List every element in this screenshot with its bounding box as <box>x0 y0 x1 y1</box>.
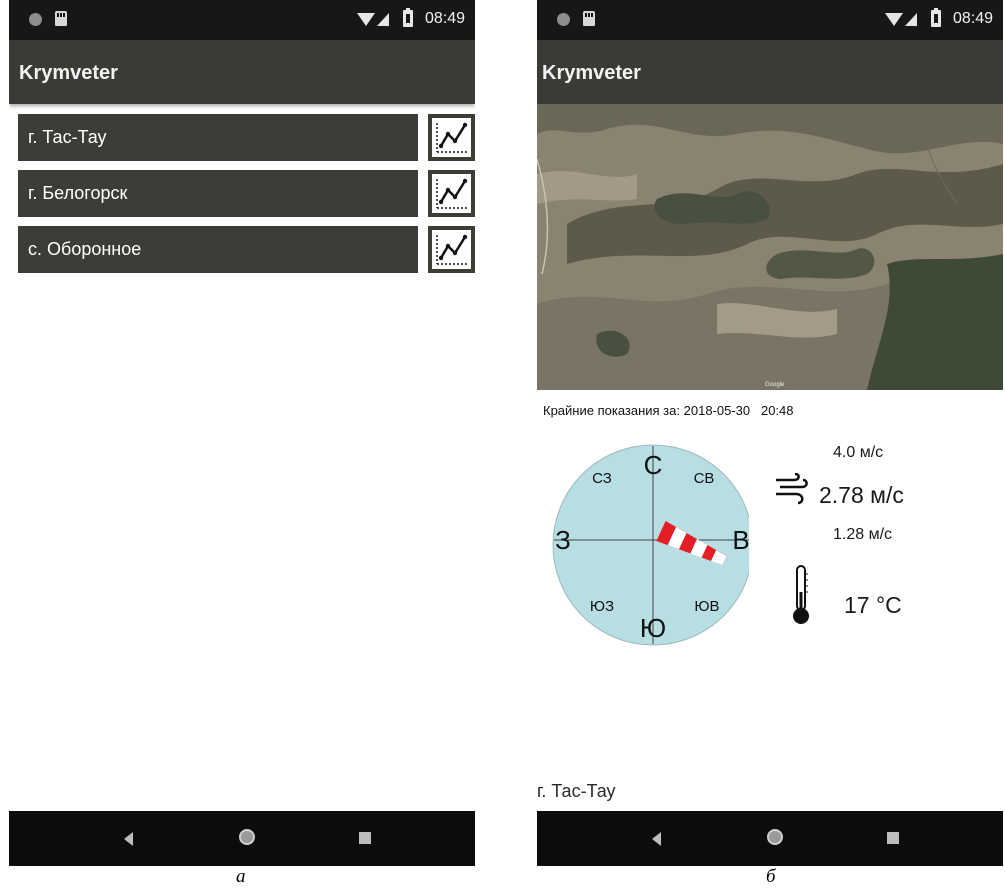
chart-button-belogorsk[interactable] <box>428 170 475 217</box>
wind-compass: С СЗ СВ З В ЮЗ ЮВ Ю <box>552 444 749 646</box>
screen-a: 08:49 Krymveter г. Тас-Тау г. Белогорск … <box>9 0 475 866</box>
compass-label-w: З <box>555 525 571 555</box>
sd-card-icon <box>55 11 67 26</box>
location-row: с. Оборонное <box>18 226 475 282</box>
compass-label-se: ЮВ <box>694 598 719 615</box>
recent-apps-icon[interactable] <box>359 832 371 844</box>
location-item-tas-tau[interactable]: г. Тас-Тау <box>18 114 418 161</box>
compass-label-n: С <box>644 450 663 480</box>
screen-b: 08:49 Krymveter Google Крайние показания… <box>537 0 1003 866</box>
line-chart-icon <box>432 118 471 157</box>
wifi-icon <box>357 13 375 26</box>
battery-icon <box>403 8 413 27</box>
app-bar: Krymveter <box>9 40 475 104</box>
back-icon[interactable] <box>124 832 133 846</box>
navigation-bar <box>537 811 1003 866</box>
temperature-value: 17 °C <box>844 592 902 618</box>
wind-max-speed: 4.0 м/с <box>833 444 884 461</box>
wind-icon <box>776 473 808 505</box>
wifi-icon <box>885 13 903 26</box>
status-bar: 08:49 <box>9 0 475 40</box>
notification-dot-icon <box>557 13 570 26</box>
location-item-belogorsk[interactable]: г. Белогорск <box>18 170 418 217</box>
location-item-oboronnoe[interactable]: с. Оборонное <box>18 226 418 273</box>
last-reading: Крайние показания за: 2018-05-30 20:48 <box>543 403 794 418</box>
app-title: Krymveter <box>542 62 641 84</box>
status-time: 08:49 <box>424 10 465 27</box>
navigation-bar <box>9 811 475 866</box>
wind-min-speed: 1.28 м/с <box>833 526 893 543</box>
sd-card-icon <box>583 11 595 26</box>
reading-label: Крайние показания за: <box>543 403 680 418</box>
cell-signal-icon <box>905 13 917 26</box>
line-chart-icon <box>432 174 471 213</box>
location-row: г. Белогорск <box>18 170 475 226</box>
line-chart-icon <box>432 230 471 269</box>
home-icon[interactable] <box>767 829 783 845</box>
map-credit: Google <box>765 382 785 388</box>
cell-signal-icon <box>377 13 389 26</box>
compass-label-e: В <box>732 525 749 555</box>
back-icon[interactable] <box>652 832 661 846</box>
compass-label-nw: СЗ <box>592 470 612 487</box>
reading-date: 2018-05-30 <box>683 403 751 418</box>
location-list: г. Тас-Тау г. Белогорск с. Оборонное <box>18 114 475 282</box>
location-row: г. Тас-Тау <box>18 114 475 170</box>
caption-a: а <box>236 866 246 887</box>
wind-avg-speed: 2.78 м/с <box>819 482 904 508</box>
caption-b: б <box>766 866 776 887</box>
recent-apps-icon[interactable] <box>887 832 899 844</box>
chart-button-oboronnoe[interactable] <box>428 226 475 273</box>
station-name: г. Тас-Тау <box>537 781 616 801</box>
map-terrain <box>537 104 1003 390</box>
satellite-map[interactable]: Google <box>537 104 1003 390</box>
reading-time: 20:48 <box>760 403 794 418</box>
compass-label-ne: СВ <box>694 470 715 487</box>
status-time: 08:49 <box>952 10 993 27</box>
home-icon[interactable] <box>239 829 255 845</box>
compass-label-s: Ю <box>640 613 666 643</box>
battery-icon <box>931 8 941 27</box>
compass-label-sw: ЮЗ <box>590 598 614 615</box>
notification-dot-icon <box>29 13 42 26</box>
status-bar: 08:49 <box>537 0 1003 40</box>
thermometer-icon <box>793 565 809 624</box>
chart-button-tas-tau[interactable] <box>428 114 475 161</box>
app-bar: Krymveter <box>537 40 1003 104</box>
app-title: Krymveter <box>19 62 118 84</box>
